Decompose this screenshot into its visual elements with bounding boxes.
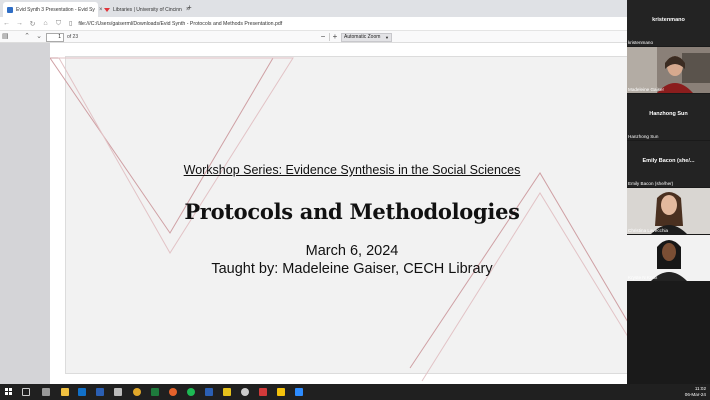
participant-label: Christina Lavecchia <box>628 228 669 233</box>
previous-page-button[interactable]: ⌃ <box>22 32 32 42</box>
participant-label: Emily Bacon (she/her) <box>628 181 674 186</box>
zoom-icon[interactable] <box>295 388 303 396</box>
chevron-down-icon: ▼ <box>385 35 389 40</box>
participant-tile-kristenmano[interactable]: kristenmano kristenmano <box>627 0 710 46</box>
slide-title: Protocols and Methodologies <box>184 199 520 224</box>
outlook-icon[interactable] <box>78 388 86 396</box>
reload-icon[interactable]: ↻ <box>26 20 39 28</box>
zoom-select-value: Automatic Zoom <box>344 34 381 40</box>
clock-app-icon[interactable] <box>241 388 249 396</box>
pdf-toolbar: ▤ ⌃ ⌄ 1 of 23 − + Automatic Zoom ▼ <box>0 31 627 43</box>
zoom-in-button[interactable]: + <box>331 32 339 42</box>
back-arrow-icon[interactable]: ← <box>0 20 13 27</box>
tab-label: Evid Synth 3 Presentation - Evid Sy <box>16 6 95 13</box>
home-icon[interactable]: ⌂ <box>39 20 52 27</box>
word-icon[interactable] <box>96 388 104 396</box>
participant-name-large: Hanzhong Sun <box>649 111 688 117</box>
tab-label: Libraries | University of Cincinn <box>113 6 182 13</box>
participant-tile-emily-bacon[interactable]: Emily Bacon (she/... Emily Bacon (she/he… <box>627 141 710 187</box>
clock-date: 06-Mar-24 <box>684 392 706 397</box>
toolbar-divider <box>329 33 330 41</box>
excel-icon[interactable] <box>151 388 159 396</box>
camera-icon[interactable] <box>114 388 122 396</box>
task-view-icon[interactable] <box>22 388 30 396</box>
spotify-icon[interactable] <box>187 388 195 396</box>
start-icon[interactable] <box>5 388 13 396</box>
pdf-page: Workshop Series: Evidence Synthesis in t… <box>50 43 627 384</box>
pdf-favicon-icon <box>7 6 13 13</box>
browser-tab-strip: Evid Synth 3 Presentation - Evid Sy × Li… <box>0 0 627 17</box>
participant-name-large: Emily Bacon (she/... <box>642 158 695 164</box>
page-icon: ▯ <box>69 21 73 27</box>
tab-evid-synth-presentation[interactable]: Evid Synth 3 Presentation - Evid Sy × <box>3 2 102 17</box>
next-page-button[interactable]: ⌄ <box>34 32 44 42</box>
folder-icon[interactable] <box>61 388 69 396</box>
participant-label: Hanzhong Sun <box>628 134 659 139</box>
sidebar-toggle-icon[interactable]: ▤ <box>2 32 10 42</box>
participant-tile-kryste-knox[interactable]: Kryste N Knox <box>627 235 710 281</box>
pdf-viewer[interactable]: Workshop Series: Evidence Synthesis in t… <box>0 43 627 384</box>
workshop-series-heading: Workshop Series: Evidence Synthesis in t… <box>183 163 521 177</box>
app-icon[interactable] <box>259 388 267 396</box>
address-bar: ← → ↻ ⌂ ⛉ ▯ file:///C:/Users/gaiserml/Do… <box>0 17 627 31</box>
tab-libraries[interactable]: Libraries | University of Cincinn × <box>100 2 189 17</box>
url-field[interactable]: file:///C:/Users/gaiserml/Downloads/Evid… <box>78 21 282 27</box>
file-explorer-icon[interactable] <box>42 388 50 396</box>
shield-icon[interactable]: ⛉ <box>52 20 65 28</box>
zoom-out-button[interactable]: − <box>319 32 327 42</box>
media-icon[interactable] <box>223 388 231 396</box>
slide-date: March 6, 2024 <box>305 243 399 259</box>
word-doc-icon[interactable] <box>205 388 213 396</box>
libraries-favicon-icon <box>104 7 110 13</box>
chrome-icon[interactable] <box>133 388 141 396</box>
participant-tile-madeleine-gaiser[interactable]: Madeleine Gaiser <box>627 47 710 93</box>
note-icon[interactable] <box>277 388 285 396</box>
participant-tile-hanzhong-sun[interactable]: Hanzhong Sun Hanzhong Sun <box>627 94 710 140</box>
participant-tile-christina-lavecchia[interactable]: Christina Lavecchia <box>627 188 710 234</box>
page-count: of 23 <box>67 34 79 40</box>
system-clock[interactable]: 11:02 06-Mar-24 <box>685 386 706 398</box>
new-tab-button[interactable]: + <box>187 3 192 12</box>
participant-label: kristenmano <box>628 40 654 45</box>
taskbar: 11:02 06-Mar-24 <box>0 384 710 400</box>
forward-arrow-icon[interactable]: → <box>13 20 26 27</box>
participant-name-large: kristenmano <box>652 17 685 23</box>
zoom-select[interactable]: Automatic Zoom ▼ <box>341 33 392 42</box>
slide-presenter: Taught by: Madeleine Gaiser, CECH Librar… <box>211 261 493 277</box>
participant-label: Kryste N Knox <box>628 275 658 280</box>
firefox-icon[interactable] <box>169 388 177 396</box>
participant-label: Madeleine Gaiser <box>628 87 665 92</box>
page-number-input[interactable]: 1 <box>46 33 64 42</box>
participant-panel: kristenmano kristenmano Madeleine Gaiser… <box>627 0 710 384</box>
